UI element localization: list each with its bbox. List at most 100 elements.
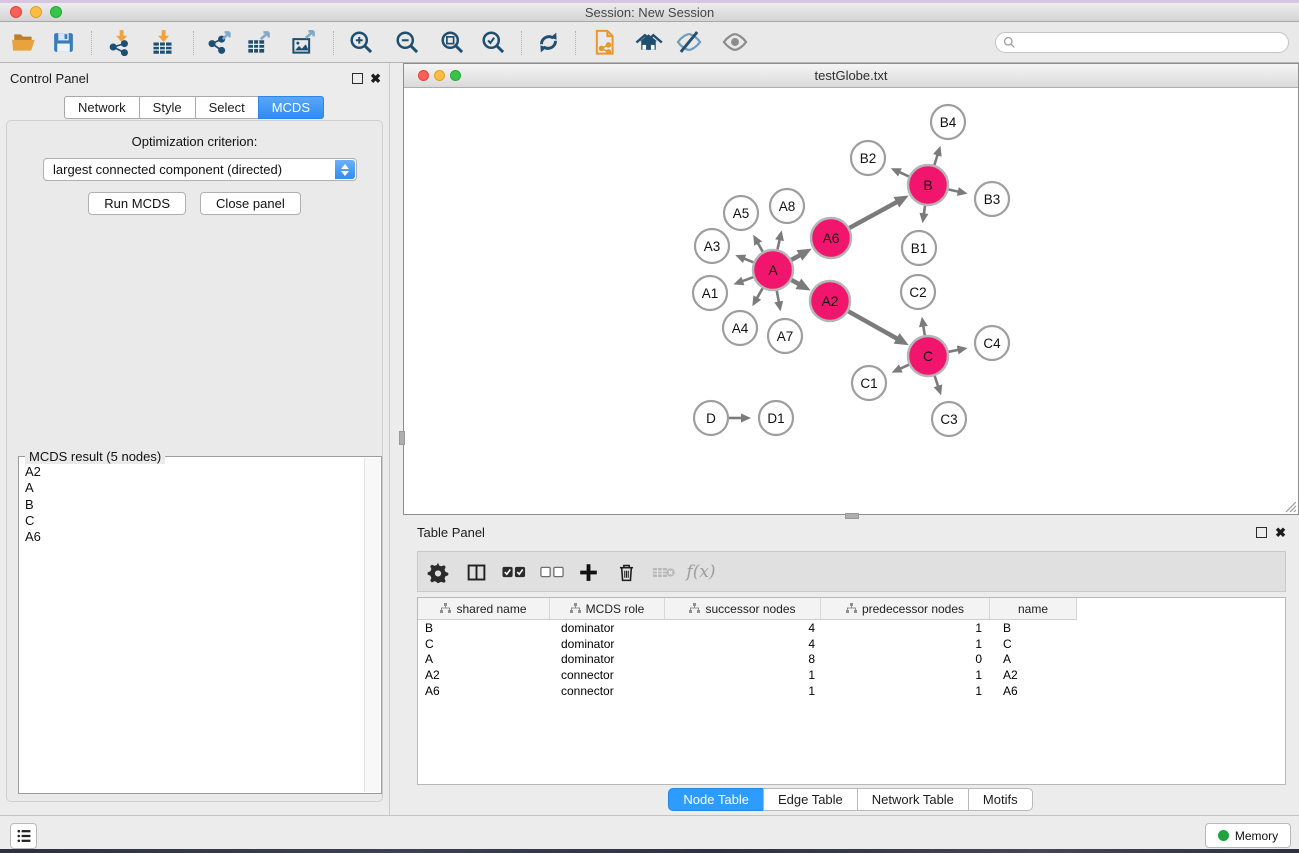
- edge-C-C3[interactable]: [935, 376, 939, 387]
- main-toolbar: [0, 22, 1299, 63]
- table-cell: dominator: [550, 652, 665, 666]
- show-columns-icon[interactable]: [461, 557, 491, 587]
- run-mcds-button[interactable]: Run MCDS: [88, 192, 186, 215]
- edge-arrowhead: [957, 187, 968, 196]
- edge-A-A1[interactable]: [742, 277, 753, 281]
- tab-edge-table[interactable]: Edge Table: [763, 788, 858, 811]
- vertical-scroll-thumb[interactable]: [399, 431, 405, 445]
- table-header-row: shared nameMCDS rolesuccessor nodesprede…: [418, 598, 1077, 620]
- tab-style[interactable]: Style: [139, 96, 196, 119]
- resize-grip-icon[interactable]: [1283, 499, 1297, 513]
- column-header-name[interactable]: name: [990, 598, 1076, 619]
- edge-A-A4[interactable]: [757, 288, 763, 298]
- edge-C-C2[interactable]: [923, 326, 925, 336]
- export-table-icon[interactable]: [243, 27, 273, 57]
- edge-B-B2[interactable]: [899, 172, 909, 176]
- table-row[interactable]: Adominator80A: [418, 652, 1077, 668]
- settings-gear-icon[interactable]: [423, 557, 453, 587]
- edge-A-A5[interactable]: [758, 243, 763, 252]
- function-builder-icon[interactable]: f(x): [686, 557, 716, 587]
- result-item[interactable]: B: [25, 497, 364, 513]
- table-close-panel-icon[interactable]: ✖: [1275, 527, 1286, 538]
- edge-C-C4[interactable]: [949, 350, 959, 352]
- export-network-icon[interactable]: [205, 27, 235, 57]
- refresh-icon[interactable]: [533, 27, 563, 57]
- edge-A6-B[interactable]: [849, 202, 897, 228]
- home-icon[interactable]: [633, 27, 663, 57]
- edge-A-A7[interactable]: [777, 291, 779, 303]
- edge-A-A8[interactable]: [777, 239, 779, 249]
- edge-A-A3[interactable]: [744, 258, 754, 262]
- node-label-D: D: [706, 411, 716, 426]
- delete-column-icon[interactable]: [611, 557, 641, 587]
- close-panel-button[interactable]: Close panel: [200, 192, 301, 215]
- select-all-checked-icon[interactable]: [499, 557, 529, 587]
- result-item[interactable]: A: [25, 480, 364, 496]
- float-panel-icon[interactable]: [352, 73, 363, 84]
- deselect-all-icon[interactable]: [537, 557, 567, 587]
- tab-network[interactable]: Network: [64, 96, 140, 119]
- export-image-icon[interactable]: [288, 27, 318, 57]
- tab-mcds[interactable]: MCDS: [258, 96, 324, 119]
- edge-B-B3[interactable]: [949, 189, 959, 191]
- tab-select[interactable]: Select: [195, 96, 259, 119]
- table-float-panel-icon[interactable]: [1256, 527, 1267, 538]
- import-network-icon[interactable]: [105, 27, 135, 57]
- task-history-button[interactable]: [10, 823, 37, 849]
- column-header-shared-name[interactable]: shared name: [418, 598, 550, 619]
- shared-column-icon: [689, 603, 700, 614]
- table-panel-title: Table Panel: [417, 525, 485, 540]
- table-tabs: Node TableEdge TableNetwork TableMotifs: [403, 788, 1299, 811]
- column-header-successor-nodes[interactable]: successor nodes: [665, 598, 821, 619]
- zoom-selected-icon[interactable]: [478, 27, 508, 57]
- tab-network-table[interactable]: Network Table: [857, 788, 969, 811]
- show-graphics-details-icon[interactable]: [720, 27, 750, 57]
- network-window-title: testGlobe.txt: [404, 68, 1298, 83]
- memory-button[interactable]: Memory: [1205, 823, 1291, 848]
- close-panel-icon[interactable]: ✖: [370, 73, 381, 84]
- table-row[interactable]: Cdominator41C: [418, 636, 1077, 652]
- edge-B-B1[interactable]: [924, 206, 925, 215]
- search-field[interactable]: [995, 32, 1289, 53]
- criterion-select[interactable]: largest connected component (directed): [43, 158, 357, 181]
- control-panel-title: Control Panel: [10, 71, 89, 86]
- edge-arrowhead: [919, 317, 928, 328]
- network-graph: ABCA2A6A1A3A4A5A7A8B1B2B3B4C1C2C3C4DD1: [404, 89, 1298, 515]
- save-icon[interactable]: [48, 27, 78, 57]
- edge-A-A6[interactable]: [791, 255, 800, 260]
- edge-A-A2[interactable]: [791, 280, 799, 284]
- criterion-value: largest connected component (directed): [53, 162, 282, 177]
- edge-B-B4[interactable]: [934, 154, 937, 165]
- open-folder-icon[interactable]: [9, 27, 39, 57]
- column-header-mcds-role[interactable]: MCDS role: [550, 598, 665, 619]
- import-table-icon[interactable]: [147, 27, 177, 57]
- result-item[interactable]: A2: [25, 464, 364, 480]
- toolbar-separator: [333, 31, 334, 55]
- add-column-icon[interactable]: [573, 557, 603, 587]
- result-item[interactable]: A6: [25, 529, 364, 545]
- edge-A2-C[interactable]: [848, 311, 897, 339]
- column-header-predecessor-nodes[interactable]: predecessor nodes: [821, 598, 990, 619]
- result-scrollbar[interactable]: [364, 458, 380, 792]
- network-window-titlebar[interactable]: testGlobe.txt: [404, 64, 1298, 88]
- window-titlebar[interactable]: Session: New Session: [0, 3, 1299, 22]
- delete-table-icon[interactable]: [648, 557, 678, 587]
- tab-motifs[interactable]: Motifs: [968, 788, 1033, 811]
- edge-C-C1[interactable]: [900, 365, 909, 369]
- zoom-out-icon[interactable]: [392, 27, 422, 57]
- result-item[interactable]: C: [25, 513, 364, 529]
- zoom-fit-icon[interactable]: [437, 27, 467, 57]
- memory-status-icon: [1218, 830, 1229, 841]
- table-row[interactable]: Bdominator41B: [418, 620, 1077, 636]
- network-from-file-icon[interactable]: [590, 27, 620, 57]
- table-panel: Table Panel ✖ f(x) shared nameMCDS roles…: [403, 520, 1299, 815]
- table-row[interactable]: A6connector11A6: [418, 683, 1077, 699]
- search-input[interactable]: [1020, 35, 1288, 51]
- network-canvas[interactable]: ABCA2A6A1A3A4A5A7A8B1B2B3B4C1C2C3C4DD1: [404, 89, 1298, 514]
- zoom-in-icon[interactable]: [346, 27, 376, 57]
- table-row[interactable]: A2connector11A2: [418, 667, 1077, 683]
- toolbar-separator: [521, 31, 522, 55]
- horizontal-scroll-thumb[interactable]: [845, 513, 859, 519]
- tab-node-table[interactable]: Node Table: [668, 788, 764, 811]
- hide-graphics-details-icon[interactable]: [674, 27, 704, 57]
